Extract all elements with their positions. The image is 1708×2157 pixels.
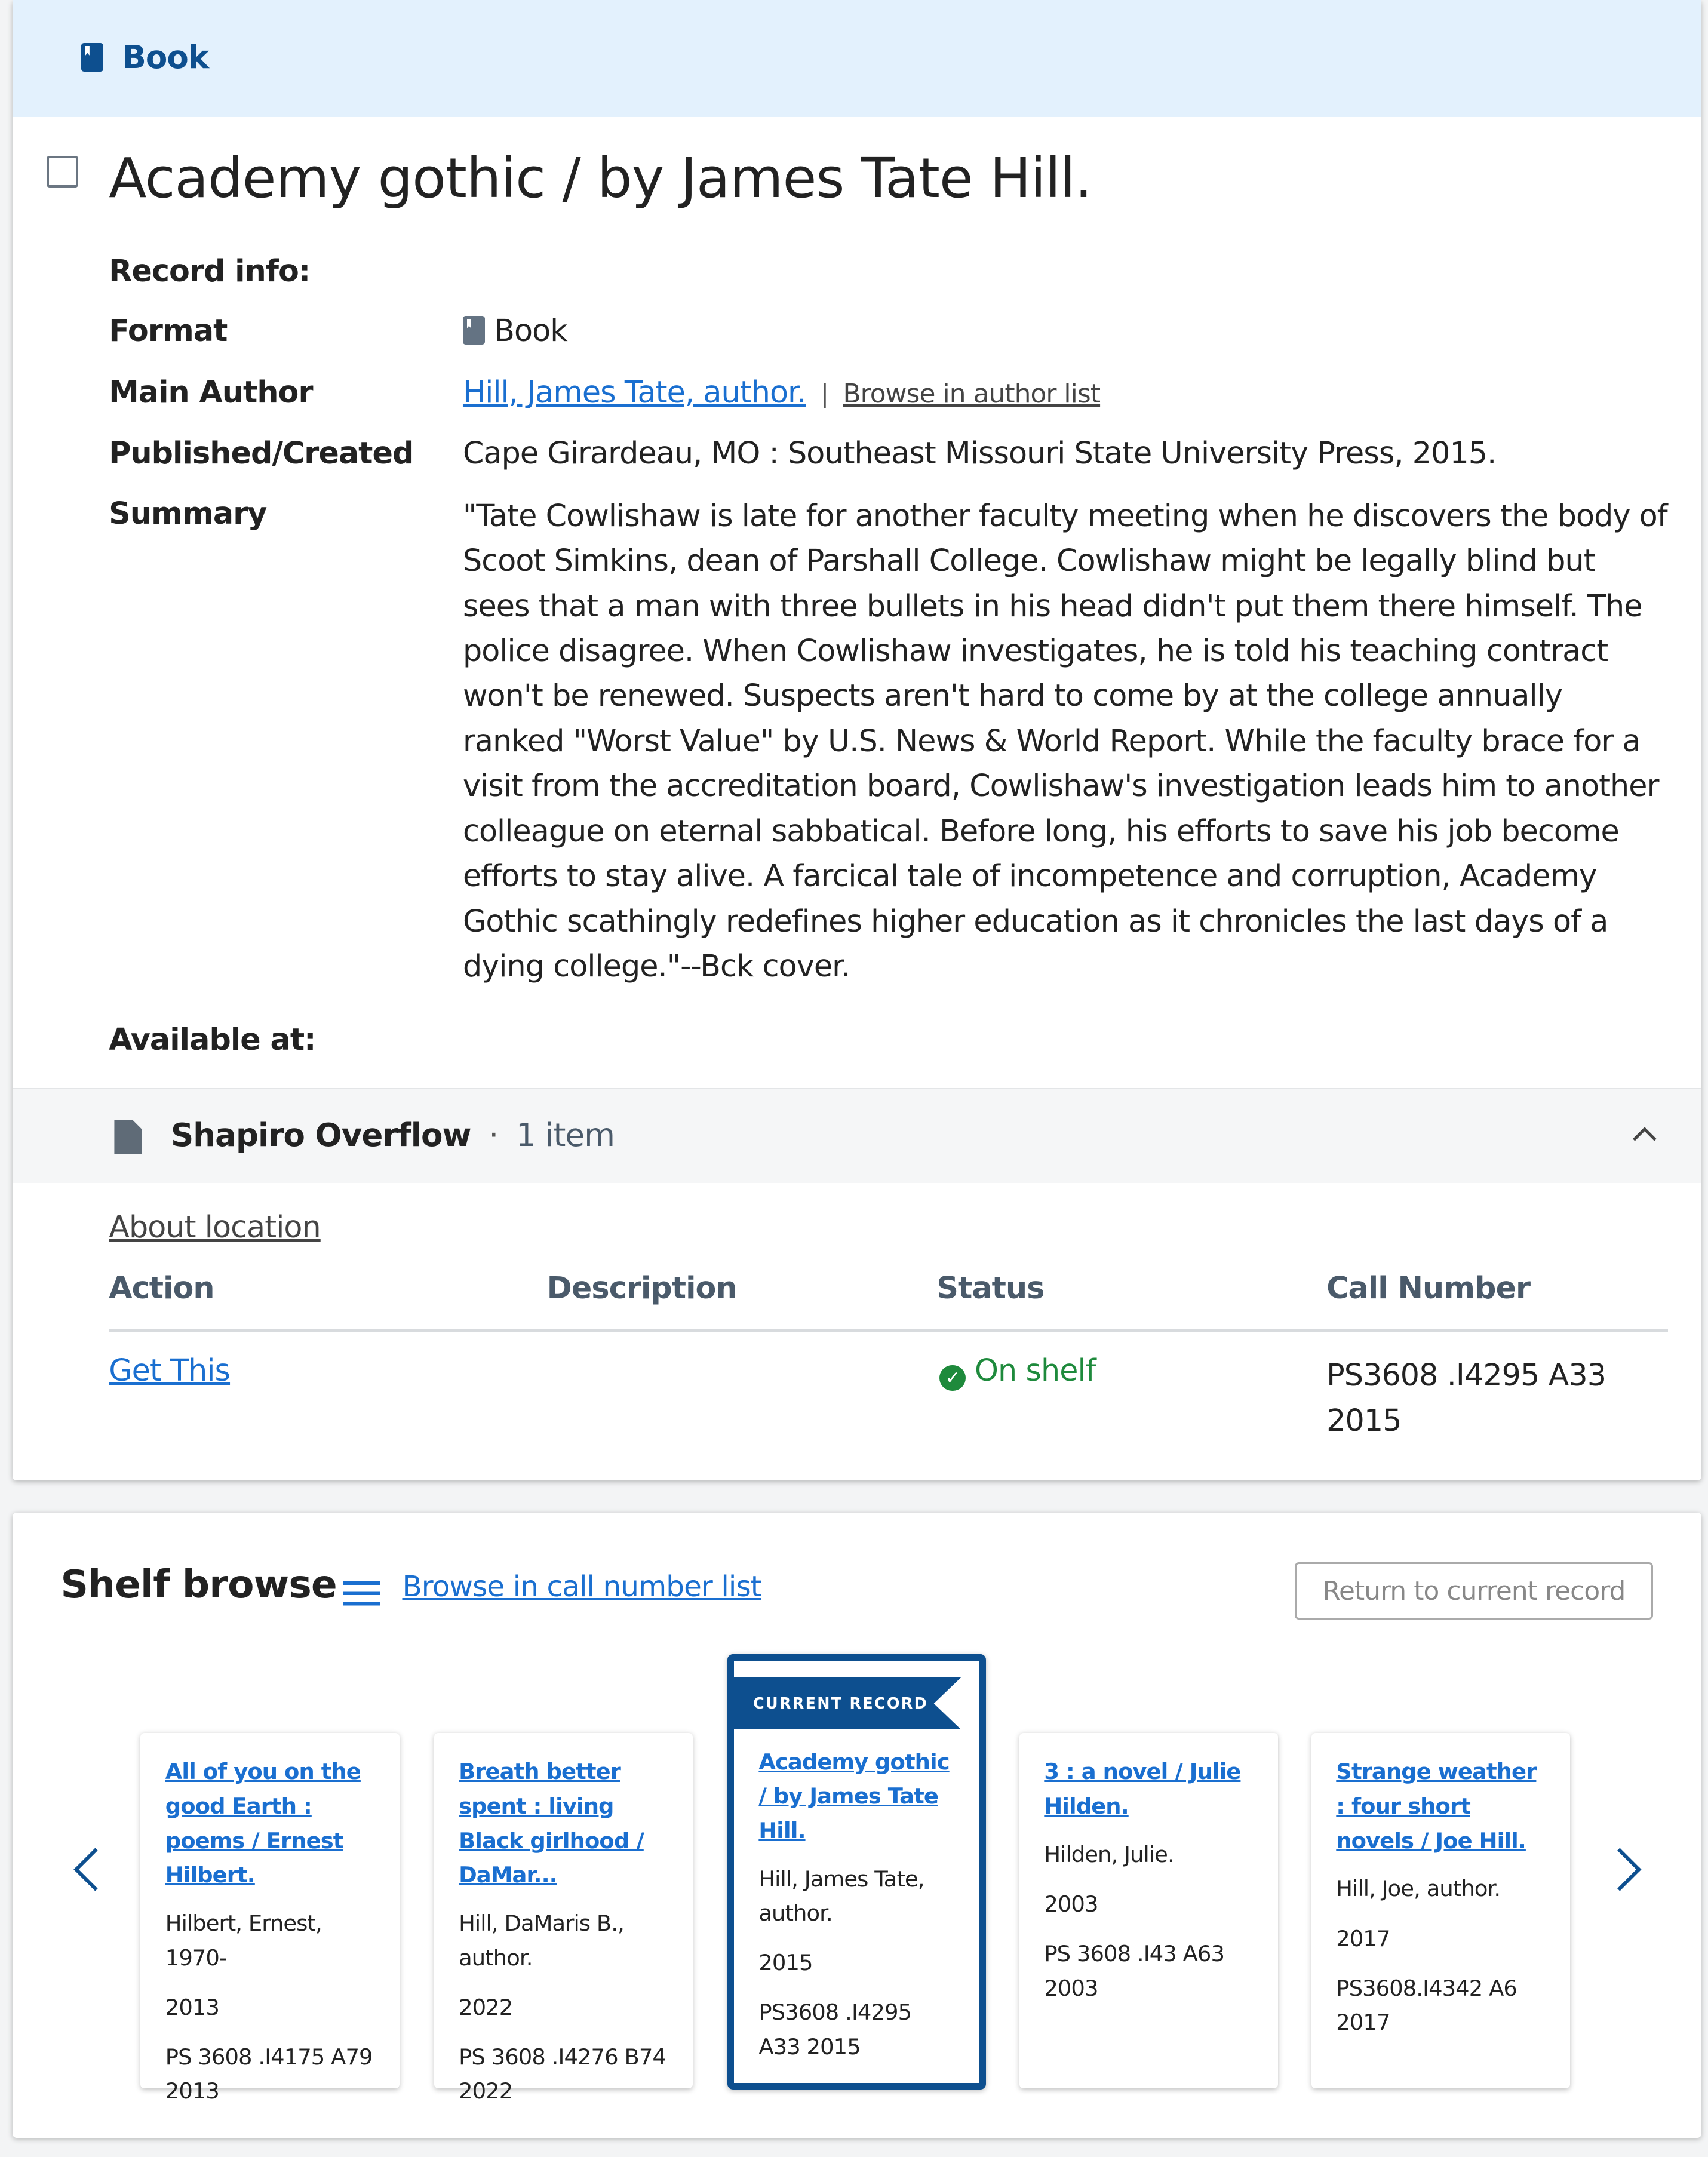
author-label: Main Author <box>109 374 313 410</box>
about-location-link[interactable]: About location <box>109 1209 321 1245</box>
table-divider <box>109 1329 1669 1332</box>
format-header-label: Book <box>122 38 209 76</box>
col-action: Action <box>109 1270 214 1305</box>
call-number-value: PS3608 .I4295 A33 2015 <box>1326 1357 1606 1439</box>
format-value: Book <box>494 312 568 348</box>
col-status: Status <box>936 1270 1045 1305</box>
page-title: Academy gothic / by James Tate Hill. <box>109 146 1092 211</box>
shelf-item-title[interactable]: Strange weather : four short novels / Jo… <box>1336 1755 1546 1858</box>
status-value: On shelf <box>975 1352 1096 1388</box>
shelf-item-call-number: PS3608.I4342 A6 2017 <box>1336 1975 1517 2036</box>
book-icon <box>462 316 485 345</box>
shelf-item[interactable]: Strange weather : four short novels / Jo… <box>1311 1732 1571 2088</box>
published-label: Published/Created <box>109 435 414 471</box>
shelf-item-year: 2017 <box>1336 1925 1390 1952</box>
dot: · <box>489 1117 499 1154</box>
get-this-link[interactable]: Get This <box>109 1353 231 1388</box>
current-record-badge: CURRENT RECORD <box>733 1677 961 1730</box>
shelf-browse-title: Shelf browse <box>60 1562 337 1607</box>
shelf-item-title[interactable]: Academy gothic / by James Tate Hill. <box>758 1745 955 1848</box>
select-checkbox[interactable] <box>47 155 79 188</box>
item-count: 1 item <box>516 1117 615 1154</box>
document-icon <box>114 1119 142 1154</box>
shelf-item-current[interactable]: CURRENT RECORD Academy gothic / by James… <box>727 1654 987 2090</box>
separator: | <box>820 379 829 409</box>
format-label: Format <box>109 312 228 348</box>
shelf-item[interactable]: All of you on the good Earth : poems / E… <box>140 1732 400 2104</box>
shelf-item-call-number: PS 3608 .I4276 B74 2022 <box>459 2044 666 2104</box>
summary-value: "Tate Cowlishaw is late for another facu… <box>462 497 1668 984</box>
book-icon <box>81 43 103 72</box>
chevron-up-icon[interactable] <box>1633 1127 1657 1151</box>
available-heading: Available at: <box>109 1022 316 1058</box>
format-header: Book <box>12 0 1701 118</box>
browse-author-link[interactable]: Browse in author list <box>843 379 1101 409</box>
location-header[interactable]: Shapiro Overflow · 1 item <box>12 1088 1701 1184</box>
shelf-item-title[interactable]: Breath better spent : living Black girlh… <box>459 1755 668 1892</box>
shelf-item-author: Hilden, Julie. <box>1044 1841 1174 1867</box>
shelf-item-call-number: PS 3608 .I43 A63 2003 <box>1044 1940 1225 2001</box>
summary-label: Summary <box>109 496 267 531</box>
record-card: Book Academy gothic / by James Tate Hill… <box>12 0 1701 1481</box>
shelf-item-author: Hill, James Tate, author. <box>758 1866 924 1926</box>
location-name: Shapiro Overflow <box>170 1117 472 1154</box>
shelf-item-author: Hilbert, Ernest, 1970- <box>165 1910 322 1971</box>
shelf-item-call-number: PS 3608 .I4175 A79 2013 <box>165 2044 373 2104</box>
return-to-current-button[interactable]: Return to current record <box>1295 1562 1653 1620</box>
shelf-item-author: Hill, Joe, author. <box>1336 1876 1501 1902</box>
shelf-item[interactable]: Breath better spent : living Black girlh… <box>434 1732 693 2104</box>
check-circle-icon: ✓ <box>939 1365 966 1391</box>
shelf-item-title[interactable]: 3 : a novel / Julie Hilden. <box>1044 1755 1254 1823</box>
browse-call-number-link[interactable]: Browse in call number list <box>402 1570 761 1603</box>
shelf-item-year: 2013 <box>165 1994 220 2020</box>
col-call-number: Call Number <box>1326 1270 1531 1305</box>
shelf-item-year: 2022 <box>459 1994 513 2020</box>
shelf-item-title[interactable]: All of you on the good Earth : poems / E… <box>165 1755 375 1892</box>
published-value: Cape Girardeau, MO : Southeast Missouri … <box>462 435 1497 471</box>
col-description: Description <box>546 1270 738 1305</box>
shelf-item-call-number: PS3608 .I4295 A33 2015 <box>758 1999 912 2060</box>
shelf-item-year: 2015 <box>758 1950 813 1976</box>
shelf-item-author: Hill, DaMaris B., author. <box>459 1910 625 1971</box>
author-link[interactable]: Hill, James Tate, author. <box>463 374 807 410</box>
list-icon <box>343 1581 380 1606</box>
record-info-heading: Record info: <box>109 253 311 289</box>
shelf-item-year: 2003 <box>1044 1891 1098 1917</box>
shelf-item[interactable]: 3 : a novel / Julie Hilden. Hilden, Juli… <box>1019 1732 1279 2088</box>
